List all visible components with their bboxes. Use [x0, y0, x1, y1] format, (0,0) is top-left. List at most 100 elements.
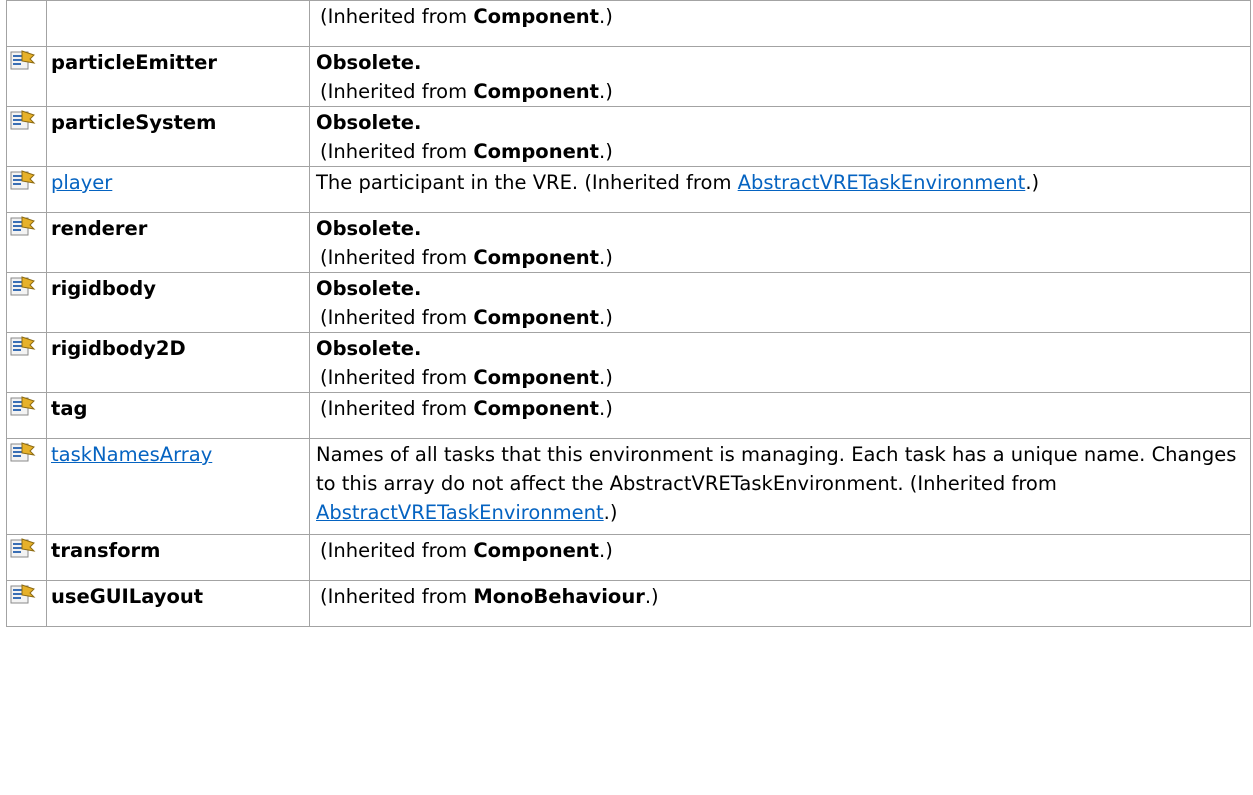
inherited-suffix: .) [1025, 171, 1040, 194]
description-text: (Inherited from Component.) [316, 363, 1250, 392]
icon-cell [6, 332, 47, 393]
property-icon [10, 109, 36, 133]
member-name-cell: rigidbody [46, 272, 310, 333]
inherited-suffix: .) [644, 585, 659, 608]
inherited-prefix: (Inherited from [320, 306, 474, 329]
description-text: (Inherited from Component.) [316, 536, 1250, 565]
description-text: (Inherited from Component.) [316, 243, 1250, 272]
inherited-prefix: (Inherited from [320, 585, 474, 608]
member-name-cell: transform [46, 534, 310, 581]
property-icon [10, 441, 36, 465]
icon-cell [6, 392, 47, 439]
inherited-from-class: MonoBehaviour [473, 585, 645, 608]
icon-cell [6, 580, 47, 627]
member-name-cell: renderer [46, 212, 310, 273]
icon-cell [6, 46, 47, 107]
member-description-cell: (Inherited from Component.) [309, 392, 1251, 439]
member-description-cell: Obsolete. (Inherited from Component.) [309, 106, 1251, 167]
inherited-suffix: .) [599, 539, 613, 562]
table-row: player The participant in the VRE. (Inher… [6, 166, 1251, 213]
icon-cell [6, 166, 47, 213]
summary-text: The participant in the VRE. [316, 171, 585, 194]
icon-cell [6, 534, 47, 581]
obsolete-label: Obsolete. [316, 111, 422, 134]
inherited-from-class: Component [473, 539, 600, 562]
table-row: rigidbody Obsolete. (Inherited from Compon… [6, 272, 1251, 333]
member-name-cell: particleEmitter [46, 46, 310, 107]
member-name: particleSystem [51, 111, 217, 134]
inherited-from-class: Component [473, 366, 600, 389]
inherited-from-class: Component [473, 80, 600, 103]
icon-cell [6, 272, 47, 333]
inherited-prefix: (Inherited from [320, 80, 474, 103]
obsolete-label: Obsolete. [316, 277, 422, 300]
table-row: particleEmitter Obsolete. (Inherited from … [6, 46, 1251, 107]
member-name: useGUILayout [51, 585, 204, 608]
description-text: (Inherited from Component.) [316, 77, 1250, 106]
description-text: The participant in the VRE. (Inherited f… [316, 168, 1250, 197]
member-name-link[interactable]: player [51, 171, 112, 194]
inherited-from-link[interactable]: AbstractVRETaskEnvironment [738, 171, 1026, 194]
member-name: renderer [51, 217, 148, 240]
inherited-prefix: (Inherited from [320, 140, 474, 163]
member-description-cell: Obsolete. (Inherited from Component.) [309, 212, 1251, 273]
member-name: rigidbody2D [51, 337, 186, 360]
inherited-suffix: .) [603, 501, 618, 524]
icon-cell [6, 212, 47, 273]
table-row: rigidbody2D Obsolete. (Inherited from Comp… [6, 332, 1251, 393]
property-icon [10, 537, 36, 561]
description-text: (Inherited from Component.) [316, 394, 1250, 423]
table-row: useGUILayout (Inherited from MonoBehaviou… [6, 580, 1251, 627]
inherited-prefix: (Inherited from [320, 366, 474, 389]
description-text: (Inherited from MonoBehaviour.) [316, 582, 1250, 611]
inherited-from-class: Component [473, 140, 600, 163]
property-icon [10, 215, 36, 239]
icon-cell [6, 0, 47, 47]
obsolete-label: Obsolete. [316, 217, 422, 240]
property-icon [10, 275, 36, 299]
table-row: renderer Obsolete. (Inherited from Compone… [6, 212, 1251, 273]
member-name-link[interactable]: taskNamesArray [51, 443, 212, 466]
inherited-prefix: (Inherited from [584, 171, 738, 194]
property-icon [10, 395, 36, 419]
property-icon [10, 169, 36, 193]
member-description-cell: Names of all tasks that this environment… [309, 438, 1251, 535]
inherited-from-class: Component [473, 306, 600, 329]
member-description-cell: (Inherited from Component.) [309, 0, 1251, 47]
inherited-from-link[interactable]: AbstractVRETaskEnvironment [316, 501, 604, 524]
table-row: particleSystem Obsolete. (Inherited from C… [6, 106, 1251, 167]
inherited-suffix: .) [599, 5, 613, 28]
property-icon [10, 335, 36, 359]
members-table-body: (Inherited from Component.) particleEmitt… [6, 0, 1251, 627]
table-row: tag (Inherited from Component.) [6, 392, 1251, 439]
member-name-cell: useGUILayout [46, 580, 310, 627]
member-name-cell: particleSystem [46, 106, 310, 167]
inherited-prefix: (Inherited from [320, 246, 474, 269]
inherited-suffix: .) [599, 397, 613, 420]
table-row: transform (Inherited from Component.) [6, 534, 1251, 581]
inherited-prefix: (Inherited from [320, 397, 474, 420]
member-name-cell [46, 0, 310, 47]
member-name: rigidbody [51, 277, 156, 300]
member-description-cell: Obsolete. (Inherited from Component.) [309, 46, 1251, 107]
member-name: tag [51, 397, 88, 420]
inherited-suffix: .) [599, 306, 613, 329]
inherited-suffix: .) [599, 246, 613, 269]
inherited-suffix: .) [599, 140, 613, 163]
inherited-prefix: (Inherited from [909, 472, 1057, 495]
description-text: (Inherited from Component.) [316, 2, 1250, 31]
member-name: transform [51, 539, 161, 562]
inherited-suffix: .) [599, 80, 613, 103]
summary-text: Names of all tasks that this environment… [316, 443, 1237, 495]
members-table: (Inherited from Component.) particleEmitt… [6, 0, 1251, 627]
inherited-from-class: Component [473, 5, 600, 28]
table-row: taskNamesArray Names of all tasks that th… [6, 438, 1251, 535]
inherited-from-class: Component [473, 397, 600, 420]
description-text: (Inherited from Component.) [316, 137, 1250, 166]
table-row: (Inherited from Component.) [6, 0, 1251, 47]
member-name-cell: taskNamesArray [46, 438, 310, 535]
member-name-cell: rigidbody2D [46, 332, 310, 393]
member-description-cell: Obsolete. (Inherited from Component.) [309, 272, 1251, 333]
inherited-from-class: Component [473, 246, 600, 269]
description-text: Names of all tasks that this environment… [316, 440, 1250, 527]
